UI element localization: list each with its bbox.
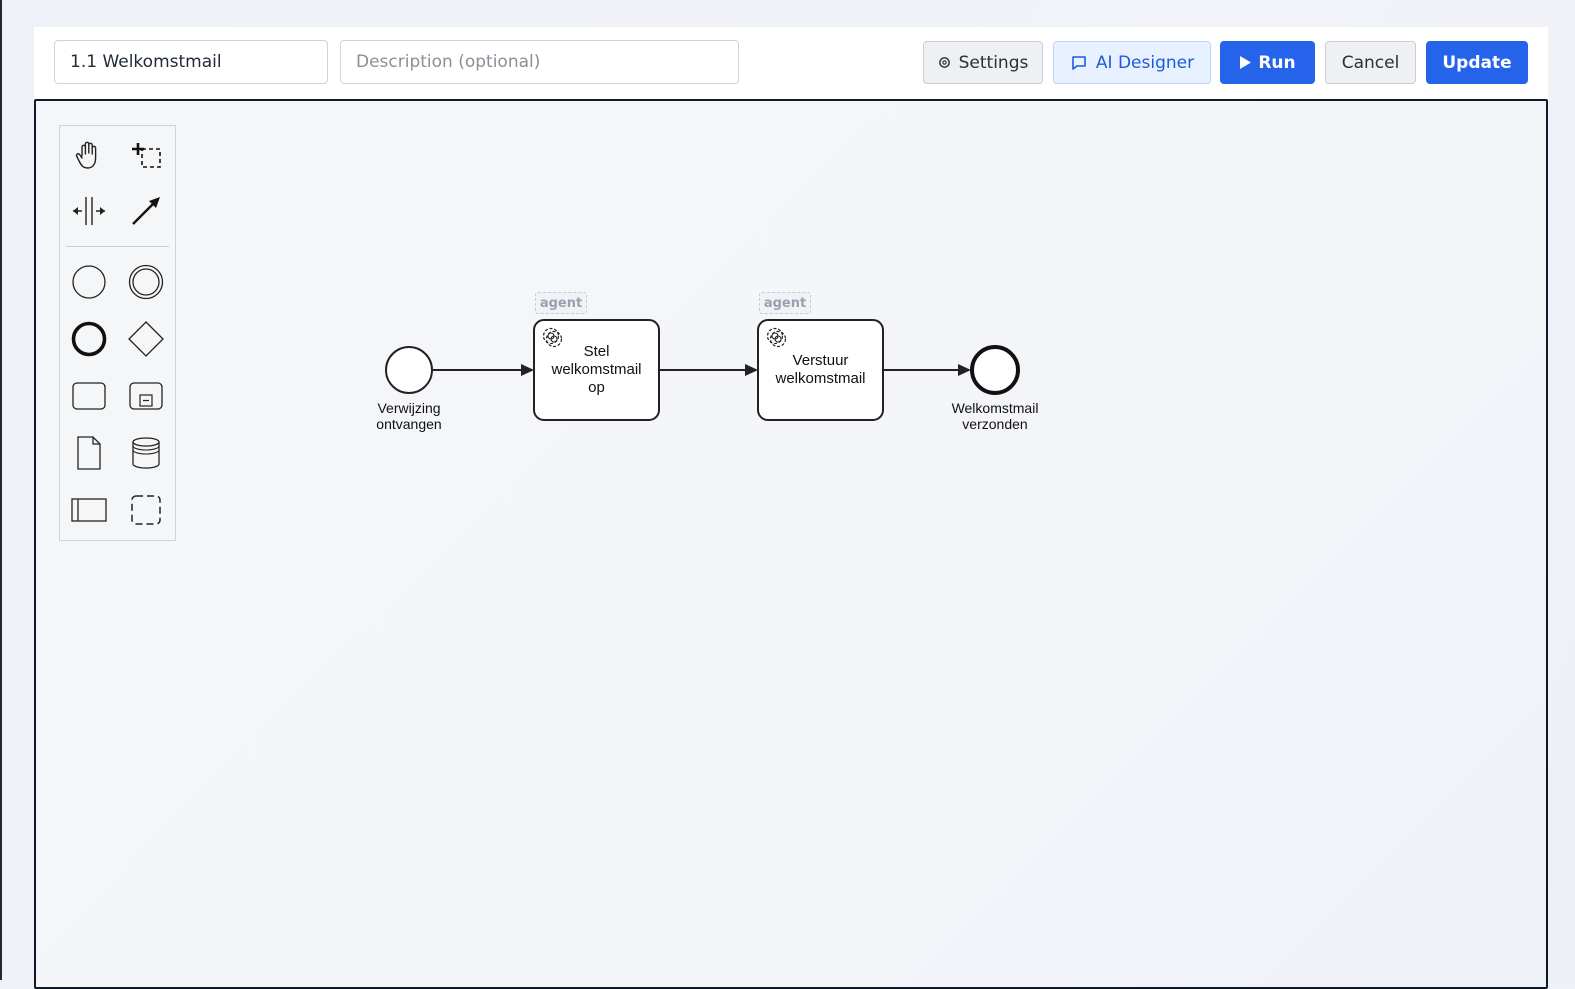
task1-label-line1: Stel <box>583 343 610 360</box>
data-store-icon <box>132 437 160 469</box>
gateway-tool[interactable] <box>124 317 168 361</box>
start-event-label-line2: ontvangen <box>376 416 442 432</box>
intermediate-event-tool[interactable] <box>124 260 168 304</box>
end-event-icon <box>71 321 107 357</box>
end-event-label: Welkomstmail verzonden <box>940 400 1050 432</box>
ai-designer-button[interactable]: AI Designer <box>1053 41 1211 84</box>
start-event-icon <box>72 265 106 299</box>
task1-label-line2: welkomstmail <box>551 361 642 378</box>
task1-label-line3: op <box>588 379 605 396</box>
hand-icon <box>75 141 97 169</box>
lasso-icon <box>132 143 161 168</box>
cancel-label: Cancel <box>1341 52 1400 73</box>
end-event-label-line2: verzonden <box>962 416 1028 432</box>
data-object-tool[interactable] <box>67 431 111 475</box>
editor-toolbar: Settings AI Designer Run Cancel Update <box>34 27 1548 100</box>
subprocess-tool[interactable] <box>124 374 168 418</box>
update-label: Update <box>1442 52 1512 73</box>
palette-separator <box>66 246 169 247</box>
start-event-label: Verwijzing ontvangen <box>359 400 459 432</box>
pool-icon <box>71 498 107 522</box>
task-icon <box>72 382 106 410</box>
bpmn-canvas[interactable] <box>34 99 1548 989</box>
task2-agent-tag: agent <box>759 292 811 314</box>
hand-tool[interactable] <box>67 133 111 177</box>
ai-designer-label: AI Designer <box>1095 52 1195 73</box>
task2-label: Verstuur welkomstmail <box>760 322 881 418</box>
data-object-icon <box>77 436 101 470</box>
group-icon <box>131 495 161 525</box>
tool-palette <box>59 125 176 541</box>
group-tool[interactable] <box>124 488 168 532</box>
data-store-tool[interactable] <box>124 431 168 475</box>
end-event-label-line1: Welkomstmail <box>951 400 1039 416</box>
cancel-button[interactable]: Cancel <box>1325 41 1416 84</box>
run-label: Run <box>1258 52 1296 73</box>
gear-icon <box>938 56 951 69</box>
task-tool[interactable] <box>67 374 111 418</box>
play-icon <box>1239 55 1252 70</box>
description-input[interactable] <box>340 40 739 84</box>
task1-agent-tag: agent <box>535 292 587 314</box>
settings-button[interactable]: Settings <box>923 41 1043 84</box>
task2-label-line1: Verstuur <box>792 352 849 369</box>
update-button[interactable]: Update <box>1426 41 1528 84</box>
connect-tool[interactable] <box>124 189 168 233</box>
connect-arrow-icon <box>132 197 160 225</box>
gateway-icon <box>128 321 164 357</box>
start-event-label-line1: Verwijzing <box>377 400 441 416</box>
end-event-tool[interactable] <box>67 317 111 361</box>
chat-bubble-icon <box>1070 54 1088 72</box>
run-button[interactable]: Run <box>1220 41 1315 84</box>
settings-label: Settings <box>958 52 1029 73</box>
subprocess-icon <box>129 382 163 410</box>
process-name-input[interactable] <box>54 40 328 84</box>
space-tool[interactable] <box>67 189 111 233</box>
space-icon <box>73 197 105 225</box>
app-frame: Settings AI Designer Run Cancel Update <box>0 0 1575 989</box>
task2-label-line2: welkomstmail <box>775 370 866 387</box>
lasso-tool[interactable] <box>124 133 168 177</box>
start-event-tool[interactable] <box>67 260 111 304</box>
pool-tool[interactable] <box>67 488 111 532</box>
intermediate-event-icon <box>128 264 164 300</box>
task1-label: Stel welkomstmail op <box>536 322 657 418</box>
